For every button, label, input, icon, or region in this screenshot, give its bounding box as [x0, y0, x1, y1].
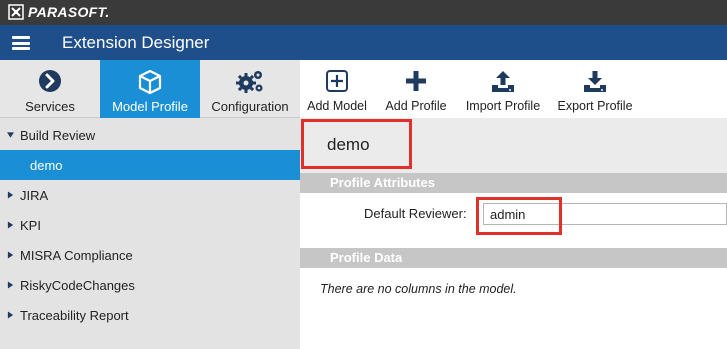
- add-model-button[interactable]: Add Model: [300, 60, 374, 118]
- caret-right-icon: [7, 251, 14, 259]
- add-profile-button[interactable]: Add Profile: [376, 60, 456, 118]
- toolbar: Add Model Add Profile Import Profile Exp…: [300, 60, 727, 118]
- tab-model-profile[interactable]: Model Profile: [100, 60, 200, 118]
- tab-label: Configuration: [211, 99, 289, 114]
- tree-item-riskycodechanges[interactable]: RiskyCodeChanges: [0, 270, 300, 300]
- export-profile-label: Export Profile: [557, 99, 633, 113]
- profile-attributes-header: Profile Attributes: [300, 173, 727, 193]
- caret-right-icon: [7, 221, 14, 229]
- import-profile-label: Import Profile: [465, 99, 541, 113]
- upload-icon: [492, 71, 514, 92]
- default-reviewer-label: Default Reviewer:: [364, 206, 467, 221]
- tree-item-label: demo: [30, 158, 63, 173]
- gears-icon: [236, 71, 263, 93]
- tab-configuration[interactable]: Configuration: [200, 60, 300, 118]
- tree-item-label: Build Review: [20, 128, 96, 143]
- app-title: Extension Designer: [62, 33, 210, 52]
- tree-item-label: MISRA Compliance: [20, 248, 133, 263]
- chevron-right-circle-icon: [39, 70, 61, 92]
- profile-data-header: Profile Data: [300, 248, 727, 268]
- import-profile-button[interactable]: Import Profile: [460, 60, 546, 118]
- tab-label: Model Profile: [112, 99, 188, 114]
- caret-right-icon: [7, 281, 14, 289]
- tree-item-label: RiskyCodeChanges: [20, 278, 135, 293]
- export-profile-button[interactable]: Export Profile: [550, 60, 640, 118]
- tree-item-traceability-report[interactable]: Traceability Report: [0, 300, 300, 330]
- tree-item-jira[interactable]: JIRA: [0, 180, 300, 210]
- brand-bar: PARASOFT.: [0, 0, 727, 25]
- profile-heading-area: demo: [300, 118, 727, 173]
- brand-name: PARASOFT.: [28, 4, 110, 20]
- sidebar: Build Review demo JIRA KPI MISRA Complia…: [0, 118, 300, 349]
- download-icon: [584, 71, 606, 92]
- tree-item-label: Traceability Report: [20, 308, 129, 323]
- main-panel: demo Profile Attributes Default Reviewer…: [300, 118, 727, 349]
- tree-item-label: JIRA: [20, 188, 49, 203]
- caret-right-icon: [7, 311, 14, 319]
- plus-icon: [406, 71, 426, 91]
- tree-item-demo[interactable]: demo: [0, 150, 300, 180]
- tab-label: Services: [25, 99, 75, 114]
- tree-item-misra-compliance[interactable]: MISRA Compliance: [0, 240, 300, 270]
- profile-title: demo: [327, 135, 370, 154]
- tree-item-kpi[interactable]: KPI: [0, 210, 300, 240]
- brand: PARASOFT.: [8, 4, 110, 20]
- add-box-icon: [326, 70, 348, 92]
- default-reviewer-input[interactable]: [483, 203, 727, 225]
- add-profile-label: Add Profile: [385, 99, 447, 113]
- caret-down-icon: [7, 132, 14, 138]
- tab-services[interactable]: Services: [0, 60, 100, 118]
- tree-item-build-review[interactable]: Build Review: [0, 120, 300, 150]
- app-header: Extension Designer: [0, 25, 727, 60]
- tab-bar: Services Model Profile Configuration: [0, 60, 300, 118]
- cube-icon: [138, 69, 162, 95]
- parasoft-logo-icon: [8, 4, 24, 20]
- hamburger-menu-icon[interactable]: [12, 36, 30, 50]
- tree-item-label: KPI: [20, 218, 41, 233]
- caret-right-icon: [7, 191, 14, 199]
- add-model-label: Add Model: [307, 99, 367, 113]
- empty-columns-message: There are no columns in the model.: [320, 282, 517, 296]
